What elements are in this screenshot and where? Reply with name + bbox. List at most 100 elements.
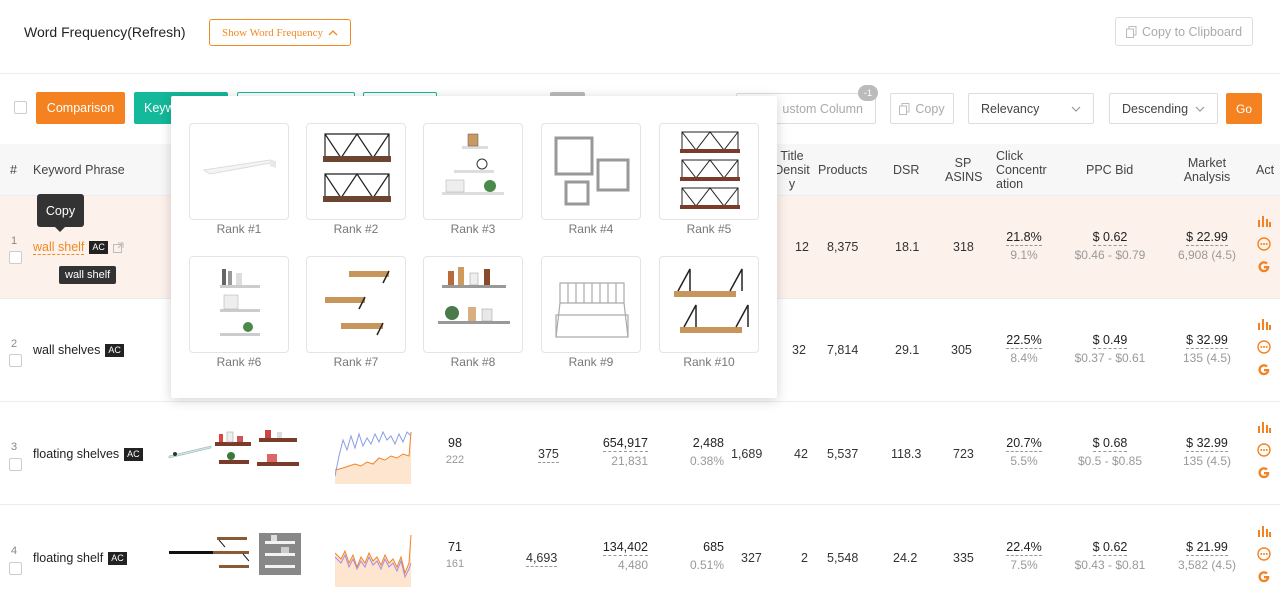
market-sub-value: 135 (4.5) [1182, 351, 1232, 365]
product-thumbnail-9[interactable] [541, 256, 641, 353]
product-thumbnail-8[interactable] [423, 256, 523, 353]
column-ppc-bid[interactable]: PPC Bid [1086, 163, 1133, 177]
more-icon[interactable] [1257, 547, 1271, 561]
word-frequency-title[interactable]: Word Frequency(Refresh) [24, 24, 186, 40]
ppc-bid-value[interactable]: $ 0.62 [1092, 540, 1128, 556]
column-b-value[interactable]: 375 [538, 447, 559, 463]
copy-tooltip[interactable]: Copy [37, 194, 84, 227]
column-dsr[interactable]: DSR [893, 163, 919, 177]
more-icon[interactable] [1257, 443, 1271, 457]
table-row: 3 floating shelves AC 98 222 375 654,917… [0, 402, 1280, 505]
product-thumbnail-2[interactable] [306, 123, 406, 220]
keyword-link[interactable]: floating shelves [33, 447, 119, 461]
market-price-value[interactable]: $ 21.99 [1186, 540, 1228, 556]
bar-chart-icon[interactable] [1257, 524, 1271, 538]
keyword-cell: wall shelves AC [33, 343, 124, 357]
product-thumbnail-3[interactable] [423, 123, 523, 220]
ppc-bid-value[interactable]: $ 0.62 [1092, 230, 1128, 246]
column-b-link[interactable]: 4,693 [526, 551, 558, 567]
row-checkbox[interactable] [9, 354, 22, 367]
product-thumbnail-6[interactable] [189, 256, 289, 353]
keyword-link[interactable]: floating shelf [33, 551, 103, 565]
column-c-value[interactable]: 654,917 [602, 436, 648, 452]
go-button[interactable]: Go [1226, 93, 1262, 124]
market-price-value[interactable]: $ 32.99 [1186, 436, 1228, 452]
bar-chart-icon[interactable] [1257, 317, 1271, 331]
products-value: 5,548 [827, 551, 859, 565]
product-thumbnail-1[interactable] [189, 123, 289, 220]
google-icon[interactable] [1257, 260, 1271, 274]
column-click-concentration[interactable]: Click Concentr ation [996, 149, 1047, 191]
google-icon[interactable] [1257, 466, 1271, 480]
keyword-link[interactable]: wall shelf [33, 240, 85, 255]
column-d-value: 685 [703, 540, 724, 554]
dsr-value: 118.3 [891, 447, 922, 461]
bar-chart-icon[interactable] [1257, 214, 1271, 228]
more-icon[interactable] [1257, 237, 1271, 251]
click-concentration-value[interactable]: 20.7% [1006, 436, 1042, 452]
click-concentration-sub: 5.5% [1010, 454, 1038, 468]
row-checkbox[interactable] [9, 458, 22, 471]
show-word-frequency-button[interactable]: Show Word Frequency [209, 19, 351, 46]
dsr-value: 18.1 [895, 240, 920, 254]
ac-badge: AC [108, 551, 127, 565]
trend-chart[interactable] [335, 426, 413, 484]
google-icon[interactable] [1257, 363, 1271, 377]
column-market-analysis[interactable]: Market Analysis [1180, 156, 1234, 184]
chevron-up-icon [328, 30, 338, 36]
title-density-value: 2 [801, 551, 808, 565]
column-b-link[interactable]: 375 [538, 447, 559, 463]
comparison-button[interactable]: Comparison [36, 92, 125, 124]
product-thumbnail-4[interactable] [541, 123, 641, 220]
ppc-bid-value[interactable]: $ 0.68 [1092, 436, 1128, 452]
ppc-bid-range: $0.5 - $0.85 [1077, 454, 1143, 468]
market-price-value[interactable]: $ 32.99 [1186, 333, 1228, 349]
external-link-icon[interactable] [112, 242, 124, 253]
product-images[interactable] [167, 531, 303, 577]
column-products[interactable]: Products [818, 163, 867, 177]
column-c-value[interactable]: 134,402 [602, 540, 648, 556]
click-concentration-value[interactable]: 22.5% [1006, 333, 1042, 349]
show-word-frequency-label: Show Word Frequency [222, 26, 323, 39]
title-density-value: 42 [794, 447, 808, 461]
product-images[interactable] [167, 428, 303, 472]
google-icon[interactable] [1257, 570, 1271, 584]
product-thumbnail-5[interactable] [659, 123, 759, 220]
rank-label: Rank #5 [686, 222, 732, 236]
select-all-checkbox[interactable] [14, 101, 27, 114]
ppc-bid-value[interactable]: $ 0.49 [1092, 333, 1128, 349]
click-concentration-cell: 22.5% 8.4% [996, 333, 1052, 365]
row-checkbox[interactable] [9, 562, 22, 575]
copy-button[interactable]: Copy [890, 93, 954, 124]
column-index: # [10, 163, 17, 177]
column-title-density[interactable]: Title Densit y [772, 149, 812, 191]
more-icon[interactable] [1257, 340, 1271, 354]
ac-badge: AC [105, 343, 124, 357]
column-keyword[interactable]: Keyword Phrase [33, 163, 125, 177]
action-icons [1257, 317, 1271, 377]
click-concentration-value[interactable]: 21.8% [1006, 230, 1042, 246]
click-concentration-value[interactable]: 22.4% [1006, 540, 1042, 556]
bar-chart-icon[interactable] [1257, 420, 1271, 434]
chevron-down-icon [1195, 106, 1205, 112]
column-a-sub: 222 [445, 454, 465, 466]
copy-to-clipboard-button[interactable]: Copy to Clipboard [1115, 17, 1253, 46]
product-thumbnail-7[interactable] [306, 256, 406, 353]
market-price-value[interactable]: $ 22.99 [1186, 230, 1228, 246]
ppc-bid-range: $0.46 - $0.79 [1074, 248, 1146, 262]
column-b-value[interactable]: 4,693 [526, 551, 558, 567]
keyword-link[interactable]: wall shelves [33, 343, 100, 357]
sort-field-select[interactable]: Relevancy [968, 93, 1094, 124]
dsr-value: 29.1 [895, 343, 920, 357]
keyword-cell: floating shelf AC [33, 551, 127, 565]
rank-label: Rank #7 [333, 355, 379, 369]
column-sp-asins[interactable]: SP ASINS [945, 156, 983, 184]
trend-chart[interactable] [335, 533, 413, 587]
column-c-cell: 654,917 21,831 [588, 436, 648, 468]
ac-badge: AC [124, 447, 143, 461]
product-thumbnail-10[interactable] [659, 256, 759, 353]
row-index: 4 [11, 545, 18, 557]
sort-order-select[interactable]: Descending [1109, 93, 1218, 124]
chevron-down-icon [1071, 106, 1081, 112]
row-checkbox[interactable] [9, 251, 22, 264]
